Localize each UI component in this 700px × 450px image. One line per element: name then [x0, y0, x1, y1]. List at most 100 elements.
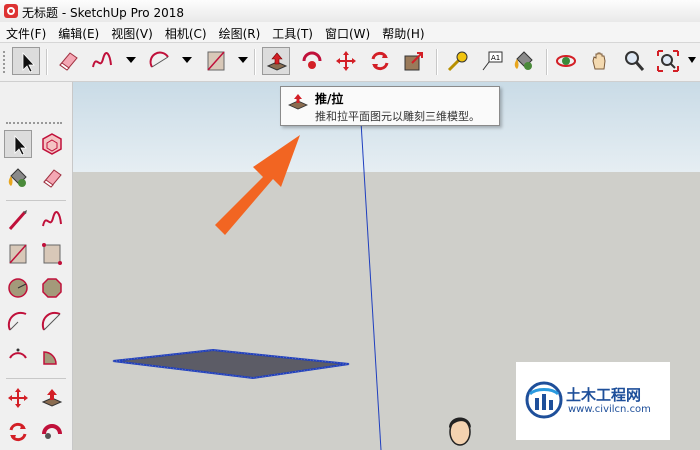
freehand-dropdown-arrow[interactable]	[126, 57, 136, 63]
left-toolbar-separator	[6, 378, 66, 379]
make-component-tool-button[interactable]	[38, 130, 66, 158]
text-icon: A1	[482, 51, 503, 71]
left-eraser-tool-button[interactable]	[38, 164, 66, 192]
zoom-icon	[625, 51, 645, 71]
push-pull-icon	[266, 52, 288, 71]
eraser-icon	[59, 52, 78, 71]
menu-edit[interactable]: 编辑(E)	[52, 22, 105, 42]
push-pull-tooltip: 推/拉 推和拉平面图元以雕刻三维模型。	[280, 86, 500, 126]
zoom-extents-tool-button[interactable]	[654, 47, 682, 75]
svg-text:A1: A1	[491, 54, 500, 62]
person-figure	[449, 417, 471, 446]
left-push-pull-tool-button[interactable]	[38, 384, 66, 412]
follow-me-icon	[302, 51, 322, 69]
rotated-rectangle-icon	[42, 243, 62, 265]
rectangle-icon	[9, 244, 27, 264]
circle-icon	[8, 278, 28, 298]
follow-me-icon	[42, 424, 62, 439]
select-icon	[22, 51, 35, 73]
two-point-arc-tool-button[interactable]	[38, 308, 66, 336]
menu-draw[interactable]: 绘图(R)	[213, 22, 267, 42]
zoom-extents-icon	[657, 50, 679, 72]
title-bar: 无标题 - SketchUp Pro 2018	[0, 0, 700, 23]
watermark-title: 土木工程网	[566, 386, 642, 404]
rotate-icon	[9, 422, 27, 442]
make-component-icon	[42, 133, 62, 155]
push-pull-tool-button[interactable]	[262, 47, 290, 75]
arc-tool-button[interactable]	[146, 47, 174, 75]
arc-dropdown-arrow[interactable]	[182, 57, 192, 63]
menu-tools[interactable]: 工具(T)	[266, 22, 319, 42]
left-follow-me-tool-button[interactable]	[38, 418, 66, 446]
tape-measure-icon	[447, 51, 468, 72]
freehand-icon	[42, 210, 62, 227]
left-arc-tool-button[interactable]	[4, 308, 32, 336]
pan-icon	[592, 52, 606, 70]
follow-me-tool-button[interactable]	[298, 47, 326, 75]
menu-view[interactable]: 视图(V)	[105, 22, 159, 42]
left-paint-bucket-tool-button[interactable]	[4, 164, 32, 192]
paint-bucket-tool-button[interactable]	[510, 47, 538, 75]
freehand-icon	[92, 51, 112, 68]
menu-window[interactable]: 窗口(W)	[319, 22, 376, 42]
paint-bucket-icon	[8, 168, 27, 187]
polygon-icon	[42, 278, 62, 298]
arc-icon	[7, 311, 27, 331]
pie-tool-button[interactable]	[38, 342, 66, 370]
text-tool-button[interactable]: A1	[478, 47, 506, 75]
select-tool-button[interactable]	[12, 47, 40, 75]
scale-tool-button[interactable]	[400, 47, 428, 75]
zoom-tool-button[interactable]	[620, 47, 648, 75]
circle-tool-button[interactable]	[4, 274, 32, 302]
freehand-tool-button[interactable]	[88, 47, 116, 75]
move-icon	[8, 388, 28, 408]
move-tool-button[interactable]	[332, 47, 360, 75]
arc-icon	[149, 51, 169, 68]
toolbar-separator	[546, 49, 548, 75]
rotate-icon	[371, 51, 389, 71]
orbit-tool-button[interactable]	[552, 47, 580, 75]
toolbar-separator	[436, 49, 438, 75]
tape-measure-tool-button[interactable]	[444, 47, 472, 75]
left-rotate-tool-button[interactable]	[4, 418, 32, 446]
menu-file[interactable]: 文件(F)	[0, 22, 52, 42]
window-title: 无标题 - SketchUp Pro 2018	[22, 6, 184, 20]
menu-bar: 文件(F) 编辑(E) 视图(V) 相机(C) 绘图(R) 工具(T) 窗口(W…	[0, 22, 700, 43]
toolbar-grip[interactable]	[3, 51, 9, 73]
line-tool-button[interactable]	[4, 206, 32, 234]
orange-annotation-arrow	[215, 135, 300, 235]
polygon-tool-button[interactable]	[38, 274, 66, 302]
three-point-arc-icon	[9, 348, 27, 359]
left-move-tool-button[interactable]	[4, 384, 32, 412]
rectangle-tool-button[interactable]	[202, 47, 230, 75]
two-point-arc-icon	[41, 311, 61, 331]
rectangle-dropdown-arrow[interactable]	[238, 57, 248, 63]
rotated-rectangle-tool-button[interactable]	[38, 240, 66, 268]
move-icon	[336, 51, 356, 71]
left-select-tool-button[interactable]	[4, 130, 32, 158]
large-tool-set-toolbar	[0, 82, 73, 450]
left-rectangle-tool-button[interactable]	[4, 240, 32, 268]
push-pull-icon	[41, 389, 63, 407]
main-toolbar: A1	[0, 43, 700, 82]
menu-help[interactable]: 帮助(H)	[376, 22, 430, 42]
left-toolbar-grip[interactable]	[6, 122, 62, 126]
three-point-arc-tool-button[interactable]	[4, 342, 32, 370]
toolbar-overflow-arrow[interactable]	[688, 57, 696, 63]
eraser-tool-button[interactable]	[54, 47, 82, 75]
rotate-tool-button[interactable]	[366, 47, 394, 75]
line-icon	[8, 210, 27, 230]
tooltip-description: 推和拉平面图元以雕刻三维模型。	[315, 110, 480, 123]
left-freehand-tool-button[interactable]	[38, 206, 66, 234]
watermark-url: www.civilcn.com	[568, 404, 651, 415]
eraser-icon	[43, 169, 62, 188]
scale-icon	[404, 52, 423, 71]
pan-tool-button[interactable]	[586, 47, 614, 75]
civilcn-logo-icon	[525, 381, 563, 419]
push-pull-icon	[288, 94, 308, 110]
menu-camera[interactable]: 相机(C)	[159, 22, 213, 42]
toolbar-separator	[254, 49, 256, 75]
sketchup-app-icon	[4, 4, 18, 18]
selected-face[interactable]	[112, 348, 350, 380]
rectangle-icon	[207, 51, 225, 71]
